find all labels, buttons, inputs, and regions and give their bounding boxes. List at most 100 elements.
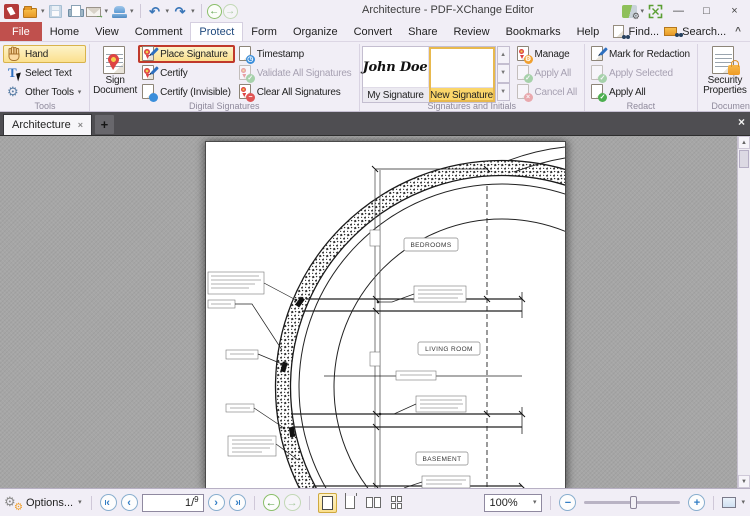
sign-document-button[interactable]: Sign Document bbox=[92, 45, 138, 97]
document-tab-close-icon[interactable]: × bbox=[78, 120, 83, 130]
other-tools-button[interactable]: ⚙ Other Tools ▾ bbox=[3, 83, 86, 101]
manage-signatures-button[interactable]: ⚙ Manage bbox=[513, 45, 581, 64]
open-dropdown-caret[interactable]: ▾ bbox=[41, 8, 45, 15]
undo-dropdown-caret[interactable]: ▾ bbox=[166, 8, 170, 15]
certify-invisible-button[interactable]: Certify (Invisible) bbox=[138, 83, 235, 102]
email-dropdown-caret[interactable]: ▾ bbox=[105, 8, 109, 15]
find-icon[interactable] bbox=[612, 25, 626, 39]
signatures-apply-all-button[interactable]: ✓ Apply All bbox=[513, 64, 581, 83]
gallery-scroll-down-icon[interactable]: ▼ bbox=[496, 64, 510, 83]
redo-icon[interactable]: ↷ bbox=[171, 2, 189, 20]
two-page-continuous-layout-button[interactable] bbox=[387, 493, 406, 513]
window-title: Architecture - PDF-XChange Editor bbox=[362, 4, 534, 16]
tab-organize[interactable]: Organize bbox=[285, 22, 346, 41]
print-icon[interactable] bbox=[66, 2, 84, 20]
scrollbar-track[interactable] bbox=[738, 169, 750, 475]
redact-apply-all-icon: ✓ bbox=[590, 84, 607, 102]
tab-file[interactable]: File bbox=[0, 22, 42, 41]
zoom-slider[interactable] bbox=[584, 496, 681, 509]
page-number-field[interactable]: 1/9 bbox=[141, 493, 204, 512]
email-icon[interactable] bbox=[85, 2, 104, 20]
gallery-scroll-up-icon[interactable]: ▲ bbox=[496, 46, 510, 65]
gallery-more-icon[interactable]: ▼ bbox=[496, 82, 510, 101]
place-signature-button[interactable]: Place Signature bbox=[138, 45, 235, 63]
ui-options-caret[interactable]: ▾ bbox=[640, 8, 644, 15]
history-forward-icon[interactable]: → bbox=[222, 3, 238, 19]
tab-comment[interactable]: Comment bbox=[127, 22, 191, 41]
clear-all-signatures-button[interactable]: − Clear All Signatures bbox=[235, 83, 356, 102]
open-file-icon[interactable] bbox=[21, 2, 39, 20]
scrollbar-thumb[interactable] bbox=[739, 150, 749, 168]
first-page-button[interactable]: ‹ bbox=[99, 494, 117, 511]
select-text-button[interactable]: T Select Text bbox=[3, 64, 86, 82]
tab-view[interactable]: View bbox=[87, 22, 127, 41]
zoom-slider-handle[interactable] bbox=[630, 496, 638, 509]
new-signature-tile[interactable]: New Signature bbox=[428, 47, 495, 102]
tab-share[interactable]: Share bbox=[400, 22, 445, 41]
search-button[interactable]: Search... bbox=[682, 26, 726, 38]
certify-invisible-icon bbox=[142, 84, 159, 102]
timestamp-button[interactable]: ◷ Timestamp bbox=[235, 45, 356, 64]
stamp-icon[interactable] bbox=[110, 2, 128, 20]
last-page-button[interactable]: › bbox=[228, 494, 246, 511]
continuous-layout-button[interactable] bbox=[341, 493, 360, 513]
menu-right-tools: Find... Search... ^ bbox=[612, 22, 750, 41]
my-signature-caption: My Signature bbox=[362, 87, 429, 102]
single-page-layout-button[interactable] bbox=[317, 492, 337, 513]
scroll-up-icon[interactable]: ▲ bbox=[738, 136, 750, 149]
maximize-button[interactable]: □ bbox=[693, 2, 720, 21]
next-page-button[interactable]: › bbox=[207, 494, 225, 511]
fit-page-icon[interactable] bbox=[722, 497, 737, 508]
search-icon[interactable] bbox=[664, 27, 680, 37]
zoom-in-button[interactable]: + bbox=[688, 494, 706, 511]
certify-label: Certify bbox=[160, 67, 188, 79]
zoom-level-select[interactable]: 100% ▾ bbox=[484, 493, 543, 512]
ui-options-icon[interactable] bbox=[620, 2, 640, 22]
mark-for-redaction-button[interactable]: Mark for Redaction bbox=[587, 45, 694, 63]
certify-button[interactable]: Certify bbox=[138, 64, 235, 82]
document-tab-bar: Architecture × + × bbox=[0, 112, 750, 135]
tab-home[interactable]: Home bbox=[42, 22, 87, 41]
validate-all-signatures-button[interactable]: ✓ Validate All Signatures bbox=[235, 64, 356, 83]
security-properties-button[interactable]: Security Properties bbox=[700, 45, 750, 97]
signatures-cancel-all-button[interactable]: × Cancel All bbox=[513, 83, 581, 102]
next-view-button[interactable]: → bbox=[283, 494, 301, 511]
vertical-scrollbar[interactable]: ▲ ▼ bbox=[737, 136, 750, 488]
tab-protect[interactable]: Protect bbox=[190, 22, 244, 41]
save-icon[interactable] bbox=[47, 2, 65, 20]
scroll-down-icon[interactable]: ▼ bbox=[738, 475, 750, 488]
zoom-value: 100% bbox=[489, 496, 518, 509]
collapse-ribbon-icon[interactable]: ^ bbox=[731, 26, 745, 37]
find-button[interactable]: Find... bbox=[629, 26, 660, 38]
document-tab-architecture[interactable]: Architecture × bbox=[3, 114, 92, 135]
ribbon: Hand T Select Text ⚙ Other Tools ▾ Tools bbox=[0, 42, 750, 112]
options-button[interactable]: Options... bbox=[26, 497, 73, 509]
minimize-button[interactable]: — bbox=[665, 2, 692, 21]
redact-apply-all-button[interactable]: ✓ Apply All bbox=[587, 83, 694, 102]
two-page-layout-button[interactable] bbox=[364, 493, 383, 513]
my-signature-tile[interactable]: John Doe My Signature bbox=[362, 47, 429, 102]
undo-icon[interactable]: ↶ bbox=[146, 2, 164, 20]
options-caret[interactable]: ▾ bbox=[78, 499, 82, 506]
document-canvas[interactable]: BEDROOMS LIVING ROOM BASEMENT ▲ ▼ bbox=[0, 135, 750, 488]
close-button[interactable]: × bbox=[721, 2, 748, 21]
fit-caret[interactable]: ▾ bbox=[741, 499, 745, 506]
tab-form[interactable]: Form bbox=[243, 22, 285, 41]
redact-apply-selected-button[interactable]: ✓ Apply Selected bbox=[587, 64, 694, 83]
fullscreen-icon[interactable] bbox=[646, 2, 664, 20]
previous-view-button[interactable]: ← bbox=[262, 494, 280, 511]
redo-dropdown-caret[interactable]: ▾ bbox=[191, 8, 195, 15]
pdf-page[interactable]: BEDROOMS LIVING ROOM BASEMENT bbox=[205, 141, 566, 488]
add-tab-button[interactable]: + bbox=[94, 115, 114, 134]
previous-page-button[interactable]: ‹ bbox=[120, 494, 138, 511]
history-back-icon[interactable]: ← bbox=[206, 3, 222, 19]
stamp-dropdown-caret[interactable]: ▾ bbox=[130, 8, 134, 15]
tabbar-close-icon[interactable]: × bbox=[738, 115, 745, 129]
tab-review[interactable]: Review bbox=[445, 22, 497, 41]
tab-help[interactable]: Help bbox=[569, 22, 608, 41]
tab-bookmarks[interactable]: Bookmarks bbox=[498, 22, 569, 41]
tab-convert[interactable]: Convert bbox=[346, 22, 401, 41]
zoom-out-button[interactable]: − bbox=[559, 494, 577, 511]
options-gear-icon[interactable]: ⚙ ⚙ bbox=[4, 495, 23, 513]
hand-tool-button[interactable]: Hand bbox=[3, 45, 87, 63]
